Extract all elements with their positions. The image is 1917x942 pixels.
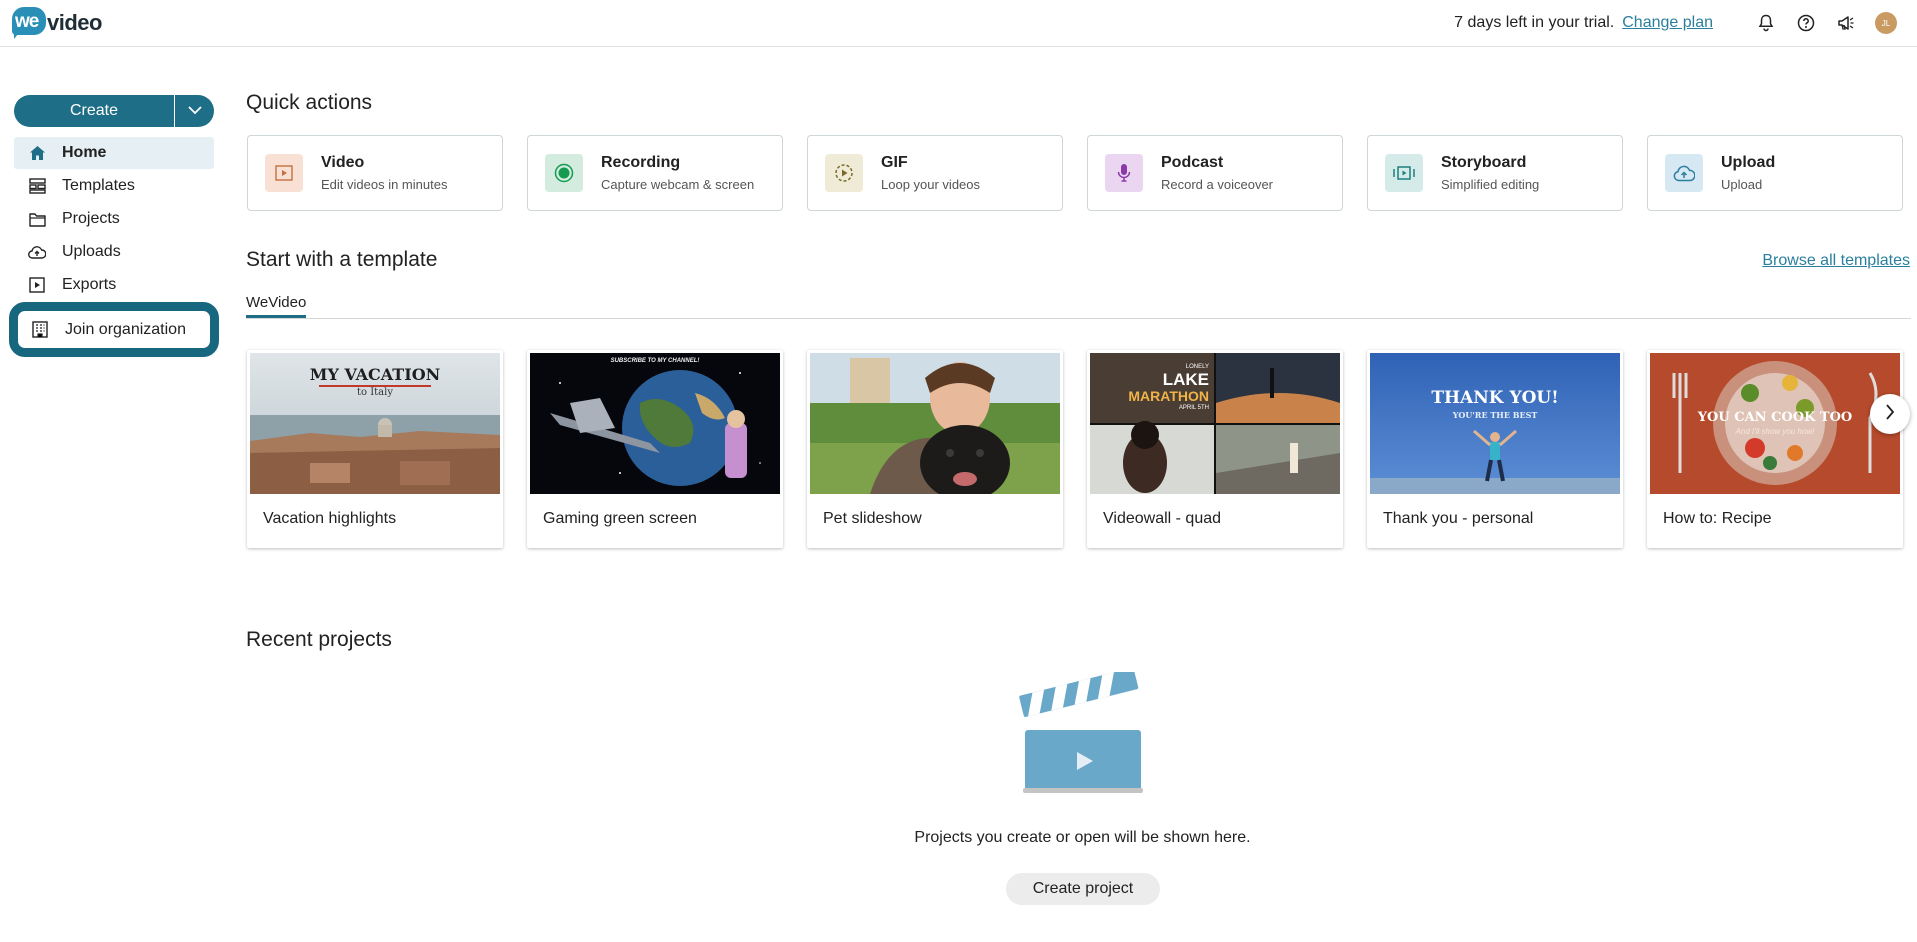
sidebar-item-label: Uploads (62, 243, 121, 260)
create-button[interactable]: Create (14, 95, 174, 127)
thumbnail-title-line3: MARATHON (1128, 388, 1209, 404)
building-icon (31, 321, 49, 339)
thumbnail-title: SUBSCRIBE TO MY CHANNEL! (610, 358, 700, 364)
logo-text: video (47, 10, 102, 35)
gif-icon (825, 154, 863, 192)
bell-icon[interactable] (1755, 12, 1777, 34)
quick-action-subtitle: Upload (1721, 177, 1763, 192)
template-card-pet-slideshow[interactable]: Pet slideshow (807, 350, 1063, 548)
template-name: Vacation highlights (263, 510, 397, 527)
sidebar-item-uploads[interactable]: Uploads (14, 236, 214, 268)
template-name: Gaming green screen (543, 510, 697, 527)
template-name: Thank you - personal (1383, 510, 1534, 527)
template-thumbnail (530, 353, 780, 494)
browse-all-templates-link[interactable]: Browse all templates (1762, 252, 1910, 270)
quick-action-title: Recording (601, 154, 681, 171)
sidebar-item-templates[interactable]: Templates (14, 170, 214, 202)
thumbnail-subtitle: to Italy (357, 387, 393, 398)
thumbnail-subtitle: APRIL 5TH (1178, 405, 1209, 411)
create-split-button: Create (14, 95, 214, 127)
quick-action-gif[interactable]: GIF Loop your videos (807, 135, 1063, 211)
sidebar: Create Home Templates Projects Uploads E… (9, 95, 219, 357)
template-card-videowall-quad[interactable]: LONELY LAKE MARATHON APRIL 5TH Videowall… (1087, 350, 1343, 548)
clapperboard-icon (1019, 667, 1147, 796)
quick-actions-row: Video Edit videos in minutes Recording C… (247, 135, 1903, 211)
empty-projects-text: Projects you create or open will be show… (914, 829, 1251, 846)
thumbnail-subtitle: And I'll show you how! (1735, 427, 1815, 436)
thumbnail-title: THANK YOU! (1431, 388, 1559, 408)
join-organization-label: Join organization (65, 320, 186, 338)
announcement-megaphone-icon[interactable] (1835, 12, 1857, 34)
sidebar-item-label: Projects (62, 210, 120, 227)
quick-action-subtitle: Capture webcam & screen (601, 177, 755, 192)
template-card-gaming-green-screen[interactable]: SUBSCRIBE TO MY CHANNEL! Gaming green sc… (527, 350, 783, 548)
quick-action-recording[interactable]: Recording Capture webcam & screen (527, 135, 783, 211)
upload-icon (1665, 154, 1703, 192)
templates-icon (28, 177, 46, 195)
user-avatar[interactable]: JL (1875, 12, 1897, 34)
template-carousel: MY VACATION to Italy Vacation highlights… (247, 350, 1903, 548)
quick-action-video[interactable]: Video Edit videos in minutes (247, 135, 503, 211)
microphone-icon (1105, 154, 1143, 192)
folder-icon (28, 210, 46, 228)
templates-section-title: Start with a template (246, 248, 438, 271)
sidebar-item-home[interactable]: Home (14, 137, 214, 169)
home-icon (28, 144, 46, 162)
storyboard-icon (1385, 154, 1423, 192)
template-thumbnail (1090, 353, 1340, 494)
carousel-next-button[interactable] (1870, 394, 1910, 434)
quick-action-subtitle: Simplified editing (1441, 177, 1540, 192)
logo-bubble-icon: we (12, 7, 46, 39)
tab-wevideo[interactable]: WeVideo (246, 294, 307, 318)
quick-action-storyboard[interactable]: Storyboard Simplified editing (1367, 135, 1623, 211)
wevideo-logo[interactable]: we video (12, 6, 102, 40)
thumbnail-title: YOU CAN COOK TOO (1697, 410, 1853, 425)
top-bar: we video 7 days left in your trial. Chan… (0, 0, 1917, 47)
sidebar-item-projects[interactable]: Projects (14, 203, 214, 235)
header-actions: 7 days left in your trial. Change plan J… (1454, 0, 1897, 46)
thumbnail-subtitle: YOU'RE THE BEST (1452, 410, 1538, 420)
quick-action-title: Video (321, 154, 365, 171)
quick-actions-title: Quick actions (246, 91, 373, 114)
template-thumbnail (1370, 353, 1620, 494)
sidebar-item-join-organization[interactable]: Join organization (9, 302, 219, 357)
template-name: Videowall - quad (1103, 510, 1222, 527)
template-card-vacation-highlights[interactable]: MY VACATION to Italy Vacation highlights (247, 350, 503, 548)
template-name: Pet slideshow (823, 510, 922, 527)
thumbnail-title-line2: LAKE (1162, 370, 1209, 389)
quick-action-podcast[interactable]: Podcast Record a voiceover (1087, 135, 1343, 211)
quick-action-title: Podcast (1161, 154, 1224, 171)
create-dropdown-button[interactable] (174, 95, 214, 127)
thumbnail-title: MY VACATION (309, 365, 441, 384)
video-icon (265, 154, 303, 192)
template-card-thank-you-personal[interactable]: THANK YOU! YOU'RE THE BEST Thank you - p… (1367, 350, 1623, 548)
change-plan-link[interactable]: Change plan (1622, 14, 1713, 32)
chevron-down-icon (187, 102, 202, 120)
chevron-right-icon (1885, 403, 1895, 425)
sidebar-item-label: Exports (62, 276, 117, 293)
sidebar-nav: Home Templates Projects Uploads Exports (14, 137, 214, 301)
help-icon[interactable] (1795, 12, 1817, 34)
template-name: How to: Recipe (1663, 510, 1772, 527)
sidebar-item-exports[interactable]: Exports (14, 269, 214, 301)
quick-action-title: GIF (881, 154, 908, 171)
export-play-icon (28, 276, 46, 294)
quick-action-title: Upload (1721, 154, 1776, 171)
quick-action-subtitle: Edit videos in minutes (321, 177, 448, 192)
template-card-how-to-recipe[interactable]: YOU CAN COOK TOO And I'll show you how! … (1647, 350, 1903, 548)
sidebar-item-label: Home (62, 144, 107, 161)
quick-action-title: Storyboard (1441, 154, 1527, 171)
quick-action-subtitle: Loop your videos (881, 177, 981, 192)
quick-action-upload[interactable]: Upload Upload (1647, 135, 1903, 211)
sidebar-item-label: Templates (62, 177, 135, 194)
template-thumbnail (810, 353, 1060, 494)
template-tabs: WeVideo (246, 294, 1911, 319)
record-icon (545, 154, 583, 192)
recent-projects-title: Recent projects (246, 628, 392, 651)
quick-action-subtitle: Record a voiceover (1161, 177, 1273, 192)
create-project-button[interactable]: Create project (1006, 873, 1160, 905)
cloud-upload-icon (28, 243, 46, 261)
trial-status: 7 days left in your trial. (1454, 14, 1615, 31)
